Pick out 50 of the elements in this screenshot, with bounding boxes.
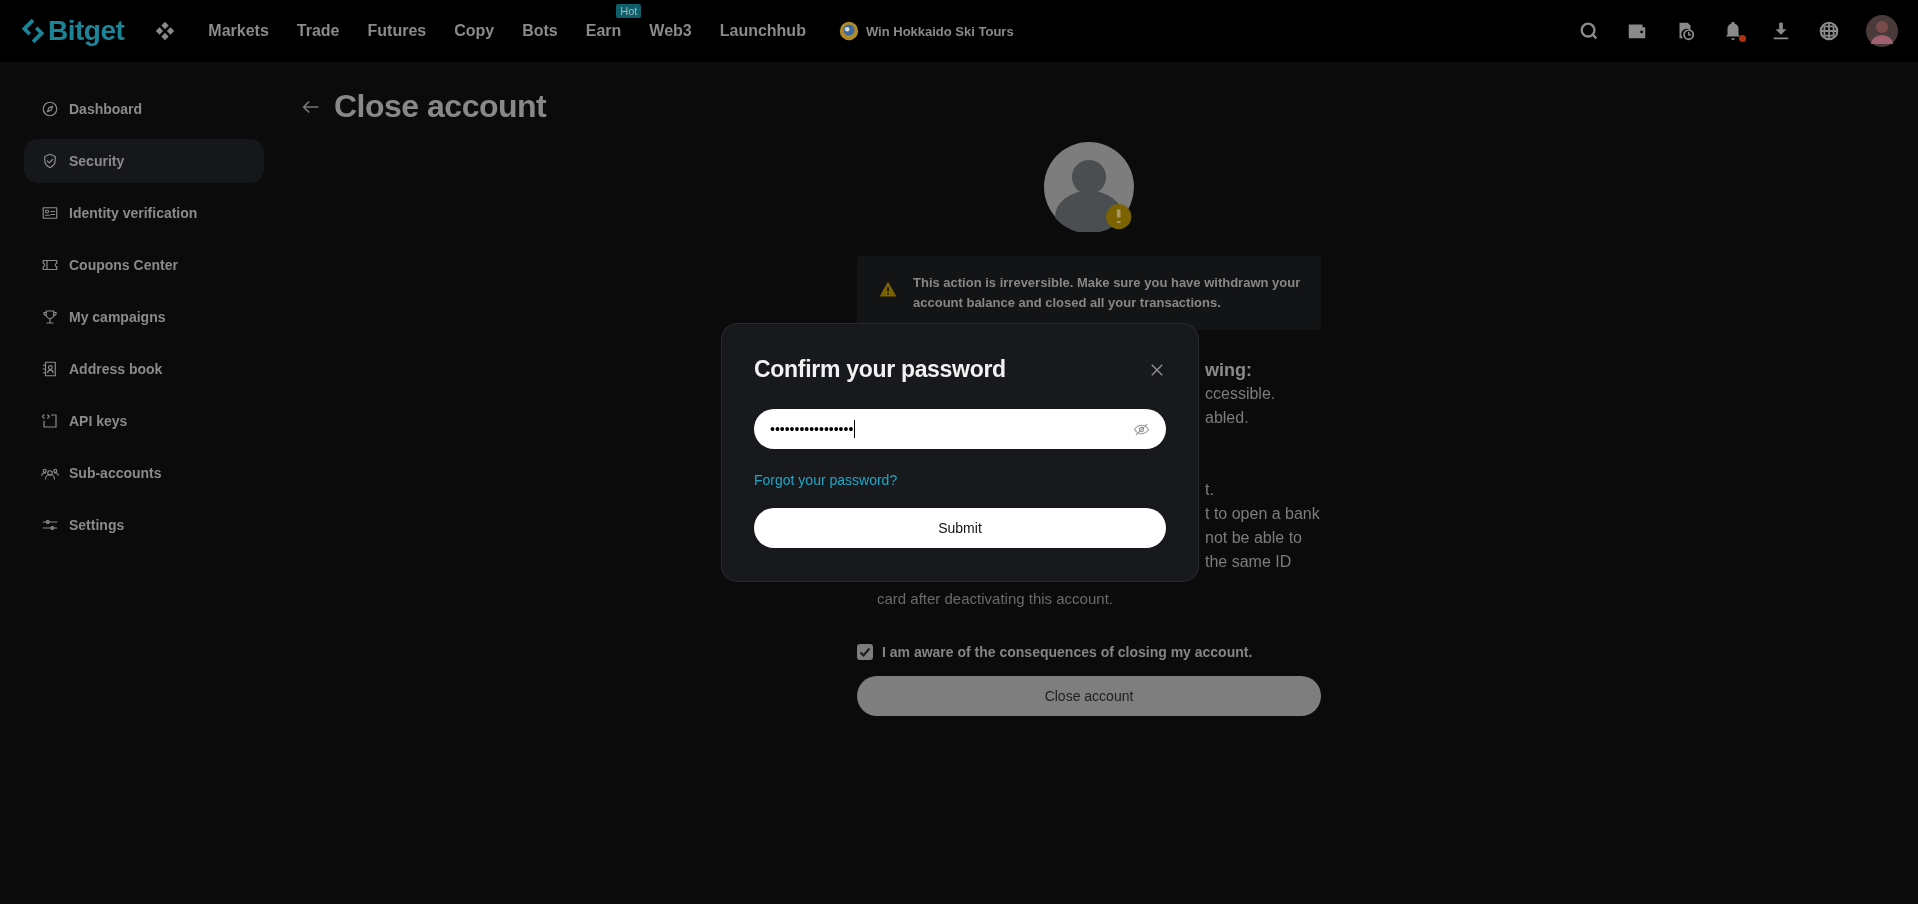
consequence-text: t to open a bank <box>1205 504 1321 524</box>
logo-text[interactable]: Bitget <box>48 15 125 47</box>
globe-icon[interactable] <box>1818 20 1840 42</box>
warning-text: This action is irreversible. Make sure you have withdrawn your account balance and closed all your transactions. <box>913 274 1301 312</box>
warning-icon <box>877 279 899 299</box>
user-avatar[interactable] <box>1866 15 1898 47</box>
trophy-icon <box>41 308 59 326</box>
nav-link[interactable]: Launchhub <box>719 22 806 39</box>
submit-button[interactable]: Submit <box>754 508 1166 548</box>
logo-icon <box>20 16 46 46</box>
sidebar-item[interactable]: Identity verification <box>24 191 264 235</box>
dialog-title: Confirm your password <box>754 356 1006 383</box>
sidebar-item[interactable]: Security <box>24 139 264 183</box>
shield-icon <box>41 152 59 170</box>
nav-link[interactable]: Earn <box>585 22 622 39</box>
forgot-password-link[interactable]: Forgot your password? <box>754 472 1166 488</box>
consequence-text: the same ID <box>1205 552 1293 572</box>
consent-label: I am aware of the consequences of closing my account. <box>882 644 1253 660</box>
code-icon <box>41 412 59 430</box>
section-heading: wing: <box>1205 359 1253 382</box>
medal-icon <box>837 20 860 42</box>
consequence-text: not be able to <box>1205 528 1303 548</box>
nav-link[interactable]: Bots <box>522 22 558 39</box>
search-icon[interactable] <box>1578 20 1600 42</box>
sidebar-item[interactable]: Address book <box>24 347 264 391</box>
sidebar-item[interactable]: API keys <box>24 399 264 443</box>
consequence-text: t. <box>1205 480 1215 500</box>
consent-checkbox[interactable] <box>857 644 873 660</box>
page-title: Close account <box>334 88 547 125</box>
id-card-icon <box>41 204 59 222</box>
nav-link[interactable]: Futures <box>367 22 427 39</box>
sidebar-item[interactable]: Sub-accounts <box>24 451 264 495</box>
sidebar-item[interactable]: Dashboard <box>24 87 264 131</box>
nav-link[interactable]: Markets <box>208 22 269 39</box>
consequence-text: ccessible. <box>1205 384 1277 404</box>
nav-link[interactable]: Trade <box>296 22 340 39</box>
close-account-button[interactable]: Close account <box>857 676 1321 716</box>
sidebar-item[interactable]: My campaigns <box>24 295 264 339</box>
nav-link[interactable]: Web3 <box>649 22 692 39</box>
promo-link[interactable]: Win Hokkaido Ski Tours <box>865 23 1014 39</box>
consequence-text: abled. <box>1205 408 1250 428</box>
sidebar-item[interactable]: Settings <box>24 503 264 547</box>
apps-grid-icon[interactable] <box>154 20 177 42</box>
contact-book-icon <box>41 360 59 378</box>
hot-badge: Hot <box>616 4 642 18</box>
nav-link[interactable]: Copy <box>454 22 495 39</box>
sidebar-item[interactable]: Coupons Center <box>24 243 264 287</box>
consequence-text: card after deactivating this account. <box>877 589 1114 609</box>
compass-icon <box>41 100 59 118</box>
password-field[interactable]: ••••••••••••••••• <box>754 409 1166 449</box>
